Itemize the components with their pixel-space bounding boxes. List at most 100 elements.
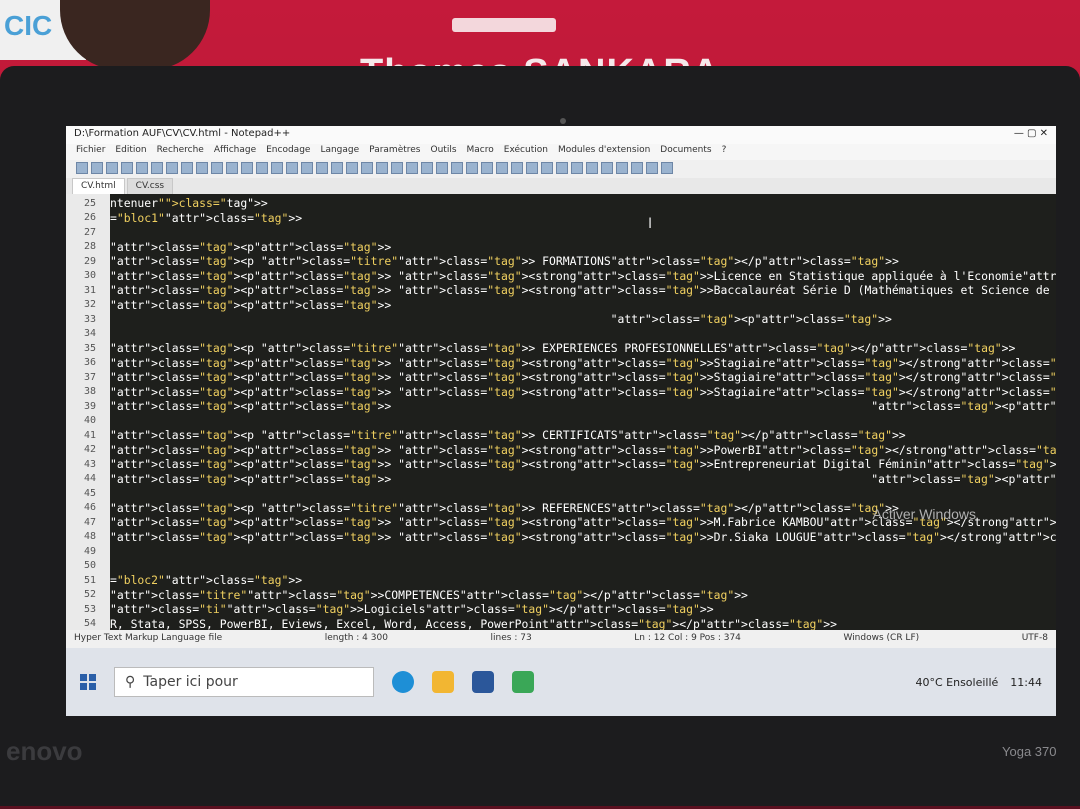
code-line[interactable]: 31 "attr">class="tag"><p"attr">class="tag… bbox=[66, 283, 1056, 298]
edge-icon[interactable] bbox=[392, 671, 414, 693]
code-line[interactable]: 37 "attr">class="tag"><p"attr">class="tag… bbox=[66, 370, 1056, 385]
code-line[interactable]: 45 bbox=[66, 486, 110, 501]
code-line[interactable]: 49 bbox=[66, 544, 110, 559]
code-line[interactable]: 39 "attr">class="tag"><p"attr">class="tag… bbox=[66, 399, 1056, 414]
toolbar-button-icon[interactable] bbox=[256, 162, 268, 174]
code-line[interactable]: 36 "attr">class="tag"><p"attr">class="tag… bbox=[66, 356, 1056, 371]
code-line[interactable]: 40 bbox=[66, 414, 110, 429]
code-line[interactable]: 44 "attr">class="tag"><p"attr">class="tag… bbox=[66, 472, 1056, 487]
menu-item[interactable]: Macro bbox=[467, 145, 494, 159]
code-line[interactable]: 25 ntenuer"">class="tag">> bbox=[66, 196, 268, 211]
taskbar-search[interactable]: ⚲ Taper ici pour bbox=[114, 667, 374, 697]
code-text: "attr">class="tag"><p"attr">class="tag">… bbox=[110, 442, 1056, 457]
code-text: "attr">class="tag"><p "attr">class="titr… bbox=[110, 428, 906, 443]
code-line[interactable]: 26 ="bloc1""attr">class="tag">> bbox=[66, 211, 302, 226]
line-number: 49 bbox=[83, 545, 96, 557]
toolbar-button-icon[interactable] bbox=[436, 162, 448, 174]
toolbar-button-icon[interactable] bbox=[271, 162, 283, 174]
toolbar-button-icon[interactable] bbox=[361, 162, 373, 174]
toolbar-button-icon[interactable] bbox=[601, 162, 613, 174]
code-line[interactable]: 33 "attr">class="tag"><p"attr">class="ta… bbox=[66, 312, 892, 327]
toolbar-button-icon[interactable] bbox=[331, 162, 343, 174]
toolbar-button-icon[interactable] bbox=[586, 162, 598, 174]
code-line[interactable]: 41 "attr">class="tag"><p "attr">class="ti… bbox=[66, 428, 906, 443]
code-line[interactable]: 50 bbox=[66, 559, 110, 574]
toolbar-button-icon[interactable] bbox=[241, 162, 253, 174]
toolbar-button-icon[interactable] bbox=[196, 162, 208, 174]
code-line[interactable]: 34 bbox=[66, 327, 110, 342]
code-line[interactable]: 35 "attr">class="tag"><p "attr">class="ti… bbox=[66, 341, 1015, 356]
word-icon[interactable] bbox=[472, 671, 494, 693]
toolbar-button-icon[interactable] bbox=[421, 162, 433, 174]
weather-widget[interactable]: 40°C Ensoleillé bbox=[915, 676, 998, 689]
toolbar-button-icon[interactable] bbox=[451, 162, 463, 174]
toolbar-button-icon[interactable] bbox=[496, 162, 508, 174]
toolbar-button-icon[interactable] bbox=[406, 162, 418, 174]
toolbar-button-icon[interactable] bbox=[151, 162, 163, 174]
tab-cv-html[interactable]: CV.html bbox=[72, 178, 125, 194]
code-line[interactable]: 29 "attr">class="tag"><p "attr">class="ti… bbox=[66, 254, 1056, 269]
toolbar-button-icon[interactable] bbox=[571, 162, 583, 174]
toolbar-button-icon[interactable] bbox=[286, 162, 298, 174]
code-line[interactable]: 46 "attr">class="tag"><p "attr">class="ti… bbox=[66, 501, 899, 516]
code-line[interactable]: 30 "attr">class="tag"><p"attr">class="tag… bbox=[66, 269, 1056, 284]
toolbar-button-icon[interactable] bbox=[466, 162, 478, 174]
code-line[interactable]: 38 "attr">class="tag"><p"attr">class="tag… bbox=[66, 385, 1056, 400]
code-line[interactable]: 32 "attr">class="tag"><p"attr">class="tag… bbox=[66, 298, 391, 313]
code-line[interactable]: 48 "attr">class="tag"><p"attr">class="tag… bbox=[66, 530, 1056, 545]
code-editor[interactable]: 25 ntenuer"">class="tag">> 26 ="bloc1""attr… bbox=[66, 194, 1056, 630]
toolbar-button-icon[interactable] bbox=[616, 162, 628, 174]
menu-item[interactable]: Documents bbox=[660, 145, 711, 159]
menu-item[interactable]: Affichage bbox=[214, 145, 256, 159]
window-controls[interactable]: — ▢ ✕ bbox=[1014, 128, 1048, 142]
toolbar-button-icon[interactable] bbox=[136, 162, 148, 174]
toolbar-button-icon[interactable] bbox=[541, 162, 553, 174]
start-icon[interactable] bbox=[80, 674, 96, 690]
code-line[interactable]: 53 "attr">class="ti""attr">class="tag">>L… bbox=[66, 602, 714, 617]
menu-item[interactable]: Langage bbox=[320, 145, 359, 159]
toolbar-button-icon[interactable] bbox=[631, 162, 643, 174]
clock[interactable]: 11:44 bbox=[1010, 676, 1042, 689]
notepadpp-icon[interactable] bbox=[512, 671, 534, 693]
line-number: 32 bbox=[83, 299, 96, 311]
toolbar-button-icon[interactable] bbox=[316, 162, 328, 174]
menu-item[interactable]: Modules d'extension bbox=[558, 145, 650, 159]
menu-item[interactable]: Edition bbox=[115, 145, 146, 159]
menu-item[interactable]: ? bbox=[722, 145, 727, 159]
toolbar-button-icon[interactable] bbox=[301, 162, 313, 174]
toolbar-button-icon[interactable] bbox=[76, 162, 88, 174]
menu-item[interactable]: Fichier bbox=[76, 145, 105, 159]
toolbar-button-icon[interactable] bbox=[391, 162, 403, 174]
toolbar-button-icon[interactable] bbox=[91, 162, 103, 174]
code-line[interactable]: 51 ="bloc2""attr">class="tag">> bbox=[66, 573, 302, 588]
code-line[interactable]: 42 "attr">class="tag"><p"attr">class="tag… bbox=[66, 443, 1056, 458]
toolbar-button-icon[interactable] bbox=[211, 162, 223, 174]
toolbar-button-icon[interactable] bbox=[661, 162, 673, 174]
webcam bbox=[560, 118, 566, 124]
code-line[interactable]: 28 "attr">class="tag"><p"attr">class="tag… bbox=[66, 240, 391, 255]
toolbar-button-icon[interactable] bbox=[511, 162, 523, 174]
code-line[interactable]: 43 "attr">class="tag"><p"attr">class="tag… bbox=[66, 457, 1056, 472]
tab-cv-css[interactable]: CV.css bbox=[126, 178, 174, 194]
toolbar-button-icon[interactable] bbox=[121, 162, 133, 174]
toolbar-button-icon[interactable] bbox=[556, 162, 568, 174]
menu-item[interactable]: Outils bbox=[431, 145, 457, 159]
status-eol: Windows (CR LF) bbox=[843, 633, 920, 643]
menu-item[interactable]: Recherche bbox=[157, 145, 204, 159]
file-explorer-icon[interactable] bbox=[432, 671, 454, 693]
toolbar-button-icon[interactable] bbox=[106, 162, 118, 174]
code-line[interactable]: 52 "attr">class="titre""attr">class="tag"… bbox=[66, 588, 748, 603]
toolbar-button-icon[interactable] bbox=[181, 162, 193, 174]
toolbar-button-icon[interactable] bbox=[226, 162, 238, 174]
toolbar-button-icon[interactable] bbox=[646, 162, 658, 174]
toolbar-button-icon[interactable] bbox=[346, 162, 358, 174]
toolbar-button-icon[interactable] bbox=[526, 162, 538, 174]
menu-item[interactable]: Encodage bbox=[266, 145, 310, 159]
menu-item[interactable]: Exécution bbox=[504, 145, 548, 159]
code-line[interactable]: 54 R, Stata, SPSS, PowerBI, Eviews, Excel… bbox=[66, 617, 837, 630]
code-line[interactable]: 27 bbox=[66, 225, 110, 240]
toolbar-button-icon[interactable] bbox=[376, 162, 388, 174]
toolbar-button-icon[interactable] bbox=[481, 162, 493, 174]
menu-item[interactable]: Paramètres bbox=[369, 145, 420, 159]
toolbar-button-icon[interactable] bbox=[166, 162, 178, 174]
